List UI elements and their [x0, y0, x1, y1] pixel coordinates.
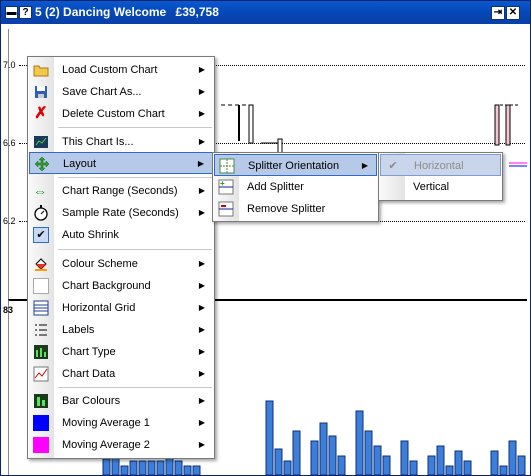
folder-icon — [33, 62, 49, 78]
submenu-arrow-icon: ▶ — [198, 186, 205, 195]
submenu-arrow-icon: ▶ — [198, 65, 205, 74]
layout-submenu: Splitter Orientation ▶ + Add Splitter Re… — [212, 152, 379, 222]
submenu-arrow-icon: ▶ — [198, 208, 205, 217]
submenu-arrow-icon: ▶ — [198, 137, 205, 146]
market-amount: £39,758 — [175, 5, 219, 19]
checkmark-icon: ✔ — [33, 227, 49, 243]
menu-item-label: Remove Splitter — [247, 203, 326, 215]
submenu-arrow-icon: ▶ — [198, 303, 205, 312]
menu-item-label: Sample Rate (Seconds) — [62, 207, 179, 219]
menu-item-vertical[interactable]: Vertical — [380, 176, 501, 198]
menu-item-colour-scheme[interactable]: Colour Scheme ▶ — [29, 253, 213, 275]
menu-item-delete-custom-chart[interactable]: ✗ Delete Custom Chart ▶ — [29, 103, 213, 125]
red-x-icon: ✗ — [34, 105, 48, 122]
menu-separator — [58, 249, 212, 250]
menu-item-moving-average-2[interactable]: Moving Average 2 ▶ — [29, 434, 213, 456]
menu-item-label: This Chart Is... — [62, 136, 134, 148]
menu-separator — [58, 177, 212, 178]
menu-item-label: Vertical — [413, 181, 450, 193]
menu-item-label: Splitter Orientation — [248, 160, 340, 172]
menu-item-label: Add Splitter — [247, 181, 304, 193]
menu-item-chart-background[interactable]: Chart Background ▶ — [29, 275, 213, 297]
grid-lines-icon — [33, 300, 49, 316]
menu-item-load-custom-chart[interactable]: Load Custom Chart ▶ — [29, 59, 213, 81]
menu-item-labels[interactable]: Labels ▶ — [29, 319, 213, 341]
menu-item-label: Chart Data — [62, 368, 116, 380]
market-number: 5 — [35, 5, 42, 19]
add-splitter-icon: + — [218, 179, 234, 195]
menu-item-bar-colours[interactable]: Bar Colours ▶ — [29, 390, 213, 412]
menu-item-sample-rate[interactable]: Sample Rate (Seconds) ▶ — [29, 202, 213, 224]
menu-item-chart-range[interactable]: ⇔ Chart Range (Seconds) ▶ — [29, 180, 213, 202]
menu-item-label: Load Custom Chart — [62, 64, 158, 76]
menu-item-remove-splitter[interactable]: Remove Splitter — [214, 198, 377, 220]
chart-context-menu: Load Custom Chart ▶ Save Chart As... ▶ ✗… — [27, 56, 215, 459]
menu-item-horizontal[interactable]: ✔ Horizontal — [380, 154, 501, 176]
window-title: 5 (2) Dancing Welcome £39,758 — [35, 5, 219, 19]
checkmark-icon: ✔ — [388, 160, 398, 172]
submenu-arrow-icon: ▶ — [198, 325, 205, 334]
menu-item-label: Colour Scheme — [62, 258, 138, 270]
menu-item-label: Layout — [63, 158, 97, 170]
paint-bucket-icon — [33, 256, 49, 272]
menu-item-label: Moving Average 1 — [62, 417, 150, 429]
title-bar[interactable]: ▬ ? 5 (2) Dancing Welcome £39,758 ⇥ ✕ — [1, 1, 530, 24]
bar-colours-icon — [33, 393, 49, 409]
menu-item-save-chart-as[interactable]: Save Chart As... ▶ — [29, 81, 213, 103]
close-button[interactable]: ✕ — [506, 6, 520, 20]
floppy-disk-icon — [33, 84, 49, 100]
blue-swatch-icon — [33, 415, 49, 431]
menu-item-moving-average-1[interactable]: Moving Average 1 ▶ — [29, 412, 213, 434]
menu-item-splitter-orientation[interactable]: Splitter Orientation ▶ — [214, 154, 377, 176]
menu-item-label: Labels — [62, 324, 95, 336]
menu-item-label: Horizontal — [414, 160, 464, 172]
menu-item-label: Chart Range (Seconds) — [62, 185, 178, 197]
submenu-arrow-icon: ▶ — [198, 259, 205, 268]
blank-square-icon — [33, 278, 49, 294]
dock-button[interactable]: ⇥ — [491, 6, 505, 20]
submenu-arrow-icon: ▶ — [198, 109, 205, 118]
menu-item-label: Save Chart As... — [62, 86, 142, 98]
submenu-arrow-icon: ▶ — [361, 161, 368, 170]
line-chart-icon — [33, 366, 49, 382]
menu-item-label: Auto Shrink — [62, 229, 119, 241]
minimize-pane-button[interactable]: ▬ — [5, 6, 18, 19]
menu-item-chart-data[interactable]: Chart Data ▶ — [29, 363, 213, 385]
list-icon — [33, 322, 49, 338]
submenu-arrow-icon: ▶ — [198, 347, 205, 356]
move-arrows-icon — [34, 156, 50, 172]
submenu-arrow-icon: ▶ — [198, 418, 205, 427]
menu-separator — [58, 127, 212, 128]
menu-item-add-splitter[interactable]: + Add Splitter — [214, 176, 377, 198]
submenu-arrow-icon: ▶ — [198, 396, 205, 405]
menu-item-label: Moving Average 2 — [62, 439, 150, 451]
menu-separator — [58, 387, 212, 388]
menu-item-label: Horizontal Grid — [62, 302, 136, 314]
remove-splitter-icon — [218, 201, 234, 217]
menu-item-chart-type[interactable]: Chart Type ▶ — [29, 341, 213, 363]
market-title: (2) Dancing Welcome — [45, 5, 167, 19]
submenu-arrow-icon: ▶ — [198, 369, 205, 378]
menu-item-this-chart-is[interactable]: This Chart Is... ▶ — [29, 131, 213, 153]
chart-icon — [33, 134, 49, 150]
menu-item-horizontal-grid[interactable]: Horizontal Grid ▶ — [29, 297, 213, 319]
splitter-orientation-icon — [219, 158, 235, 174]
submenu-arrow-icon: ▶ — [198, 440, 205, 449]
submenu-arrow-icon: ▶ — [198, 281, 205, 290]
menu-item-layout[interactable]: Layout ▶ — [29, 152, 213, 174]
help-button[interactable]: ? — [19, 6, 32, 19]
chart-type-icon — [33, 344, 49, 360]
menu-item-label: Delete Custom Chart — [62, 108, 165, 120]
magenta-swatch-icon — [33, 437, 49, 453]
menu-item-label: Bar Colours — [62, 395, 121, 407]
menu-item-auto-shrink[interactable]: ✔ Auto Shrink — [29, 224, 213, 246]
submenu-arrow-icon: ▶ — [197, 159, 204, 168]
horizontal-arrows-icon: ⇔ — [33, 183, 47, 199]
stopwatch-icon — [33, 205, 49, 221]
orientation-submenu: ✔ Horizontal Vertical — [378, 152, 503, 201]
menu-item-label: Chart Background — [62, 280, 151, 292]
menu-item-label: Chart Type — [62, 346, 116, 358]
submenu-arrow-icon: ▶ — [198, 87, 205, 96]
svg-text:+: + — [220, 179, 225, 188]
